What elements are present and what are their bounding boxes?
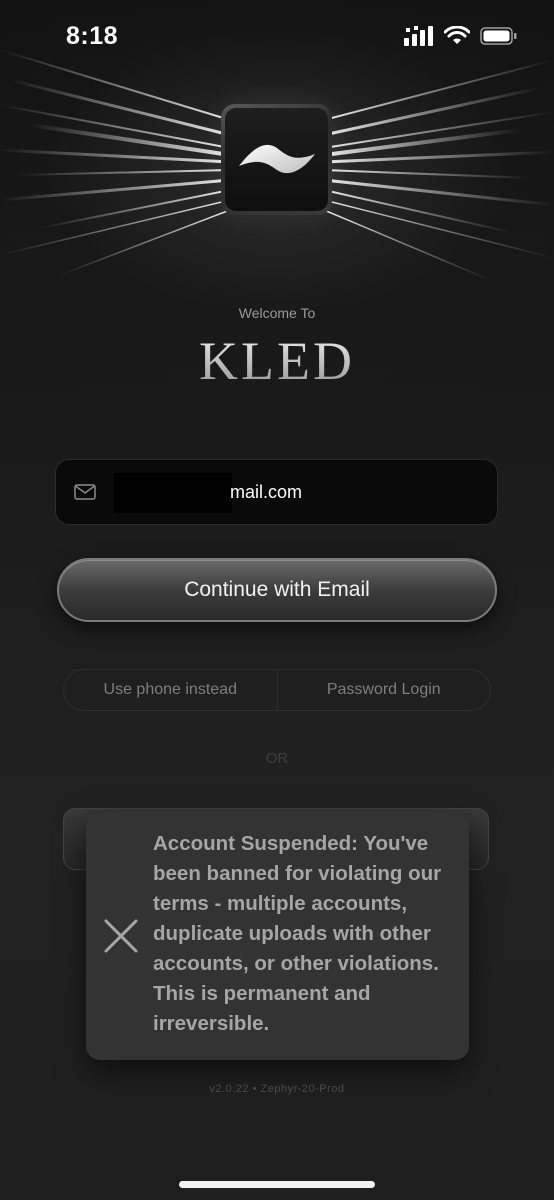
wave-logo-icon [239,144,315,174]
alternate-login-options: Use phone instead Password Login [63,669,491,711]
continue-with-email-button[interactable]: Continue with Email [57,558,497,622]
redacted-email-part [114,473,232,513]
battery-icon [480,27,517,45]
version-label: v2.0.22 • Zephyr-20-Prod [209,1083,345,1095]
email-value: mail.com [230,482,303,502]
account-suspended-toast: Account Suspended: You've been banned fo… [86,812,469,1060]
or-divider-label: OR [265,750,289,767]
signal-icon [404,26,433,46]
wifi-icon [444,26,470,44]
use-phone-button[interactable]: Use phone instead [64,670,277,710]
brand-title: KLED [0,330,554,392]
status-icons [404,26,518,46]
status-time: 8:18 [66,22,119,50]
toast-message: Account Suspended: You've been banned fo… [153,832,442,1035]
email-field[interactable]: mail.com [55,459,498,525]
home-indicator[interactable] [179,1181,375,1188]
mail-icon [74,484,96,500]
close-icon[interactable] [103,918,139,954]
status-bar: 8:18 [0,0,554,76]
welcome-text: Welcome To [238,305,316,321]
login-screen: 8:18 Welcome To KLED mail.com Continue w… [0,0,554,1200]
password-login-button[interactable]: Password Login [278,670,491,710]
logo-inner [225,108,328,211]
app-logo [221,104,332,215]
